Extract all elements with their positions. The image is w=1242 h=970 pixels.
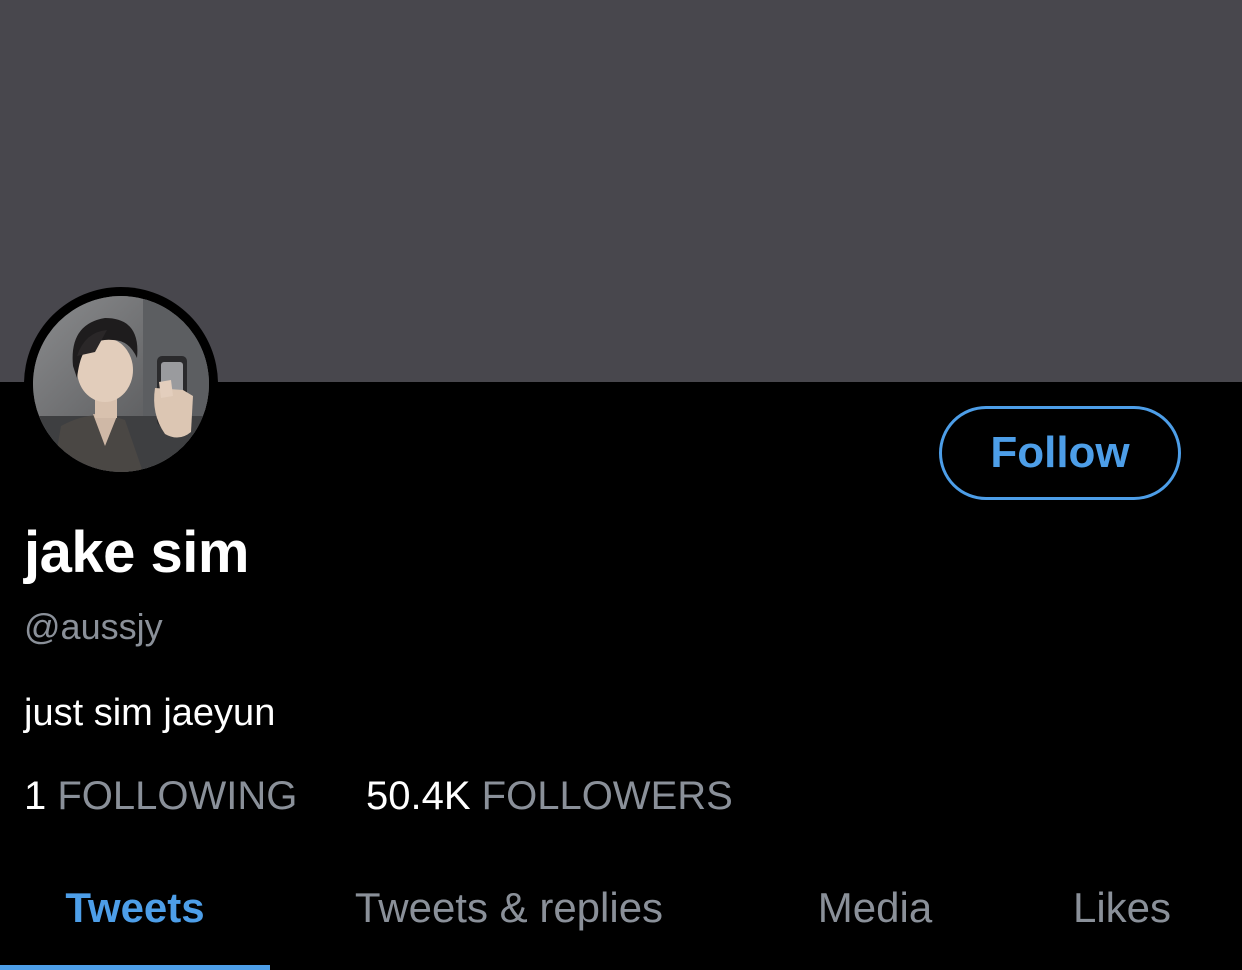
avatar[interactable]: [33, 296, 209, 472]
followers-count: 50.4K: [366, 774, 471, 818]
tab-tweets-and-replies[interactable]: Tweets & replies: [270, 860, 748, 970]
followers-label: FOLLOWERS: [481, 774, 733, 818]
following-label: FOLLOWING: [57, 774, 298, 818]
profile-bio: just sim jaeyun: [24, 692, 276, 734]
tab-media[interactable]: Media: [748, 860, 1002, 970]
avatar-image: [33, 296, 209, 472]
following-stat[interactable]: 1 FOLLOWING: [24, 772, 297, 820]
profile-handle: @aussjy: [24, 606, 163, 647]
follow-button[interactable]: Follow: [939, 406, 1181, 500]
following-count: 1: [24, 774, 47, 818]
tab-tweets[interactable]: Tweets: [0, 860, 270, 970]
profile-name: jake sim: [24, 520, 249, 585]
profile-page: Follow jake sim @aussjy just sim jaeyun …: [0, 0, 1242, 970]
followers-stat[interactable]: 50.4K FOLLOWERS: [366, 772, 733, 820]
tab-likes[interactable]: Likes: [1002, 860, 1242, 970]
active-tab-indicator: [0, 965, 270, 970]
profile-tabs: Tweets Tweets & replies Media Likes: [0, 860, 1242, 970]
